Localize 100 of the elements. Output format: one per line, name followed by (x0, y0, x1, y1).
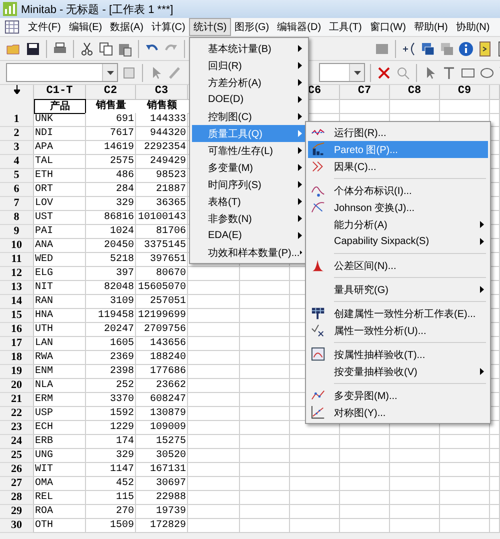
menu-item[interactable]: 可靠性/生存(L) (192, 142, 306, 159)
menu-item[interactable]: 能力分析(A) (308, 216, 488, 233)
menu-item[interactable]: 按变量抽样验收(V) (308, 363, 488, 380)
sort-arrow-icon[interactable] (14, 85, 20, 94)
table-cell: OMA (34, 477, 86, 491)
menu-item[interactable]: 创建属性一致性分析工作表(E)... (308, 305, 488, 322)
table-cell: 2398 (86, 365, 136, 379)
menu-item[interactable]: 对称图(Y)... (308, 404, 488, 421)
row-number: 23 (0, 421, 34, 435)
menu-item[interactable]: Capability Sixpack(S) (308, 233, 488, 250)
menu-item[interactable]: 公差区间(N)... (308, 257, 488, 274)
menu-item[interactable]: 编辑器(D) (273, 18, 326, 36)
column-header[interactable]: C3 (136, 85, 188, 100)
row-number: 22 (0, 407, 34, 421)
table-cell (188, 491, 240, 505)
table-cell (290, 435, 340, 449)
table-cell (490, 519, 500, 533)
menu-item[interactable]: 表格(T) (192, 193, 306, 210)
corner-header[interactable] (0, 85, 34, 100)
menu-item[interactable]: 协助(N) (452, 18, 494, 36)
row-number: 30 (0, 519, 34, 533)
dropdown-arrow-icon[interactable] (354, 70, 360, 74)
close-icon[interactable] (376, 64, 392, 80)
row-number: 20 (0, 379, 34, 393)
menu-item[interactable]: 数据(A) (106, 18, 148, 36)
menu-item[interactable]: 多变量(M) (192, 159, 306, 176)
menu-item[interactable]: 个体分布标识(I)... (308, 182, 488, 199)
table-cell: 86816 (86, 211, 136, 225)
menu-item[interactable]: 回归(R) (192, 57, 306, 74)
table-cell (390, 519, 440, 533)
row-number: 7 (0, 197, 34, 211)
table-cell: 329 (86, 449, 136, 463)
table-cell: NLA (34, 379, 86, 393)
menu-item[interactable]: 窗口(W) (366, 18, 410, 36)
menu-item[interactable]: 文件(F) (24, 18, 65, 36)
menu-item[interactable]: Johnson 变换(J)... (308, 199, 488, 216)
menu-item[interactable]: 功效和样本数量(P)... (192, 244, 306, 261)
table-cell: 19739 (136, 505, 188, 519)
table-cell (390, 491, 440, 505)
column-name-cell[interactable]: 产品 (34, 99, 86, 114)
menu-item[interactable]: 按属性抽样验收(T)... (308, 346, 488, 363)
dropdown-arrow-icon[interactable] (106, 70, 114, 74)
table-cell: UNG (34, 449, 86, 463)
column-name-cell[interactable]: 销售量 (86, 99, 136, 114)
menu-item[interactable]: 运行图(R)... (308, 124, 488, 141)
table-cell (188, 379, 240, 393)
insert-column-icon[interactable] (401, 40, 417, 56)
menu-item[interactable]: 非参数(N) (192, 210, 306, 227)
table-cell (188, 365, 240, 379)
combo-box-field[interactable] (319, 63, 365, 82)
table-cell: 2575 (86, 155, 136, 169)
menu-item[interactable]: 计算(C) (147, 18, 190, 36)
table-cell (188, 519, 240, 533)
table-cell (490, 463, 500, 477)
menu-item[interactable]: 属性一致性分析(U)... (308, 322, 488, 339)
session-icon[interactable] (477, 40, 493, 56)
menu-item[interactable]: 多变异图(M)... (308, 387, 488, 404)
menu-item[interactable]: 编辑(E) (64, 18, 106, 36)
table-cell: ERB (34, 435, 86, 449)
transform-curve-icon (311, 200, 326, 215)
table-cell: 249429 (136, 155, 188, 169)
table-cell: 172829 (136, 519, 188, 533)
column-header[interactable]: C8 (390, 85, 440, 100)
text-tool-icon[interactable] (441, 64, 457, 80)
info-icon[interactable] (458, 40, 474, 56)
app-logo-icon (3, 2, 17, 16)
menu-item[interactable]: 基本统计量(B) (192, 40, 306, 57)
table-cell: ORT (34, 183, 86, 197)
column-header[interactable]: C2 (86, 85, 136, 100)
table-cell: 143656 (136, 337, 188, 351)
menu-item[interactable]: 因果(C)... (308, 158, 488, 175)
windows-icon[interactable] (420, 40, 436, 56)
table-cell: WED (34, 253, 86, 267)
menu-item[interactable]: 帮助(H) (410, 18, 452, 36)
menu-item[interactable]: 工具(T) (325, 18, 366, 36)
table-cell: 944320 (136, 127, 188, 141)
table-cell: TAL (34, 155, 86, 169)
cut-icon[interactable] (79, 40, 95, 56)
row-number: 5 (0, 169, 34, 183)
worksheet-icon[interactable] (4, 20, 20, 34)
column-name-cell[interactable]: 销售额 (136, 99, 188, 114)
copy-icon[interactable] (98, 40, 114, 56)
menu-item[interactable]: 时间序列(S) (192, 176, 306, 193)
combo-box-field[interactable] (6, 63, 118, 82)
table-cell: 30520 (136, 449, 188, 463)
table-cell: UST (34, 211, 86, 225)
table-cell: 15275 (136, 435, 188, 449)
menu-item[interactable]: 控制图(C) (192, 108, 306, 125)
table-cell: 2369 (86, 351, 136, 365)
table-cell: 10100143 (136, 211, 188, 225)
table-cell (188, 295, 240, 309)
menu-item[interactable]: 量具研究(G) (308, 281, 488, 298)
menu-item[interactable]: 图形(G) (230, 18, 274, 36)
column-header[interactable]: C9 (440, 85, 490, 100)
menu-item[interactable]: 统计(S) (189, 18, 231, 36)
menu-item[interactable]: EDA(E) (192, 227, 306, 244)
column-header[interactable]: C7 (340, 85, 390, 100)
table-cell (188, 407, 240, 421)
save-icon[interactable] (25, 40, 41, 56)
column-header[interactable]: C1-T (34, 85, 86, 100)
